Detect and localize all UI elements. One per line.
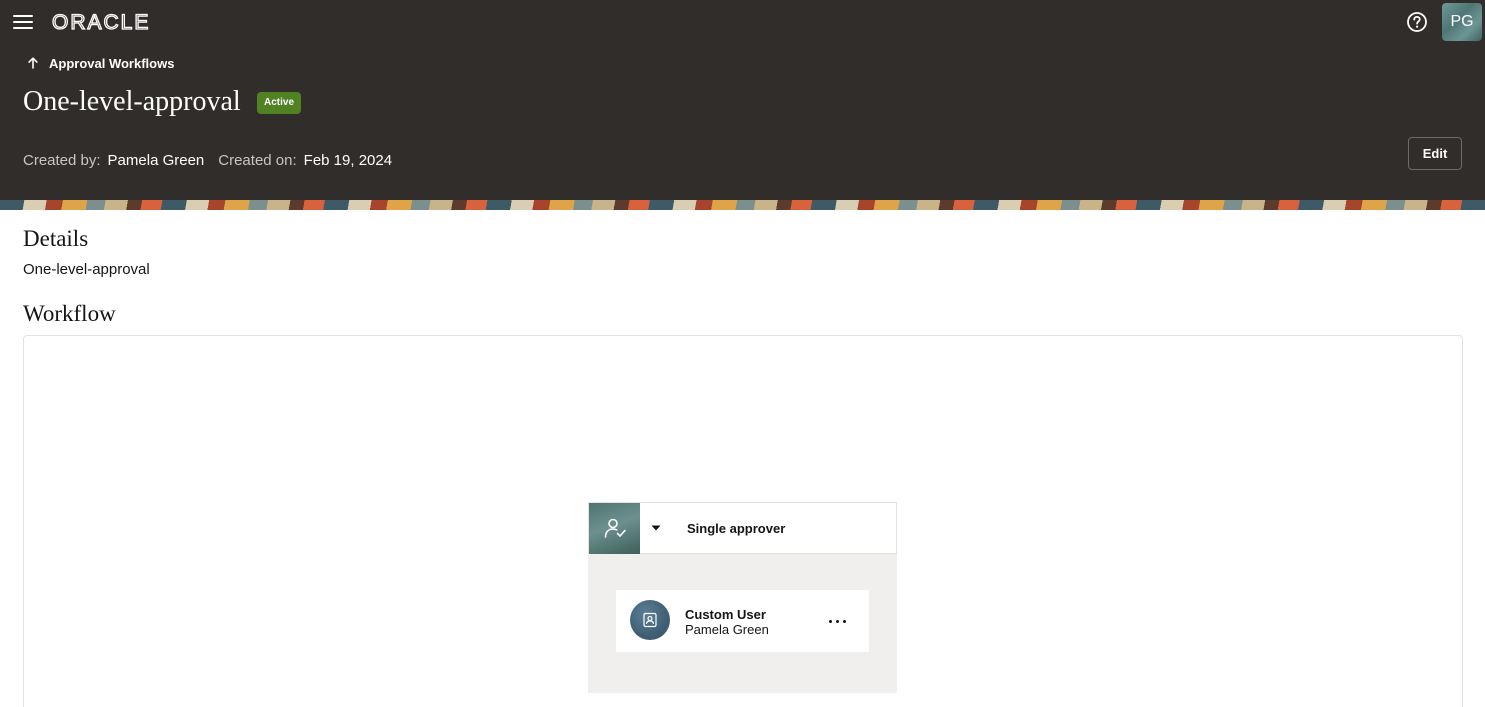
breadcrumb-label: Approval Workflows <box>49 55 175 71</box>
metadata-row: Created by: Pamela Green Created on: Feb… <box>23 151 406 171</box>
workflow-heading: Workflow <box>23 301 116 326</box>
user-badge-icon <box>630 600 670 640</box>
user-avatar[interactable]: PG <box>1442 3 1482 41</box>
arrow-up-icon <box>28 57 38 69</box>
created-by-value: Pamela Green <box>107 152 205 169</box>
created-on-label: Created on: <box>218 152 297 169</box>
approver-card[interactable]: Custom User Pamela Green <box>616 590 869 652</box>
stage-header[interactable]: Single approver <box>588 502 897 554</box>
breadcrumb[interactable]: Approval Workflows <box>26 54 174 72</box>
created-on-value: Feb 19, 2024 <box>303 152 393 169</box>
svg-text:ORACLE: ORACLE <box>52 11 150 32</box>
workflow-stage: Single approver Custom User Pamela Green <box>588 502 897 693</box>
approver-name: Pamela Green <box>685 622 769 637</box>
stage-title: Single approver <box>687 521 786 536</box>
approver-type: Custom User <box>685 607 766 622</box>
created-by-label: Created by: <box>23 152 101 169</box>
hamburger-menu-icon[interactable] <box>12 12 34 32</box>
decorative-banner <box>0 200 1485 210</box>
oracle-logo[interactable]: ORACLE <box>52 10 177 32</box>
user-check-icon <box>589 503 640 554</box>
app-header: ORACLE PG Approval Workflows One-level-a… <box>0 0 1485 200</box>
details-text: One-level-approval <box>23 261 150 278</box>
caret-down-icon[interactable] <box>649 521 663 535</box>
status-badge: Active <box>257 92 302 114</box>
help-icon[interactable] <box>1406 11 1428 33</box>
edit-button[interactable]: Edit <box>1408 137 1462 170</box>
details-heading: Details <box>23 226 89 251</box>
more-options-icon[interactable] <box>826 612 850 630</box>
page-title: One-level-approval <box>23 86 241 117</box>
